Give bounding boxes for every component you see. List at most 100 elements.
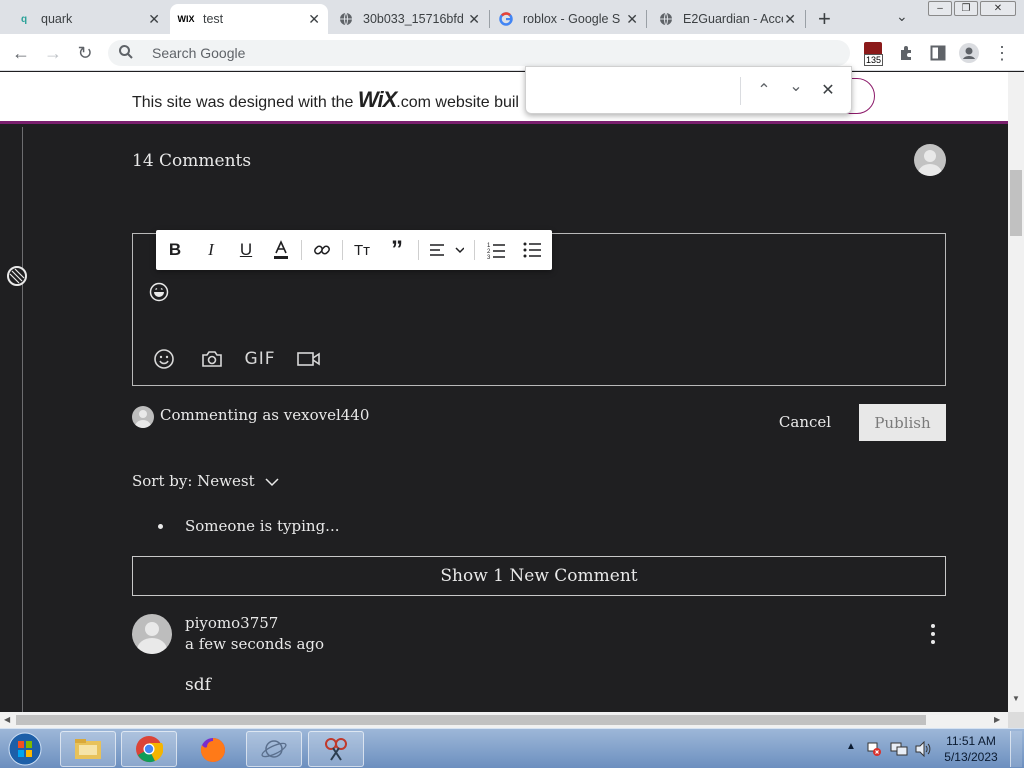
left-divider (22, 127, 23, 712)
find-next-chevron-down-icon[interactable]: ⌄ (784, 75, 808, 99)
avatar[interactable] (914, 144, 946, 176)
q-icon: q (20, 13, 28, 25)
back-button[interactable]: ← (10, 42, 32, 64)
firefox-icon[interactable] (196, 733, 230, 767)
wix-banner-suffix: .com website buil (396, 94, 519, 111)
volume-icon[interactable] (914, 740, 932, 762)
globe-icon (658, 11, 674, 27)
sort-dropdown[interactable]: Sort by: Newest (132, 472, 279, 491)
wix-icon: WIX (177, 14, 195, 24)
snipping-tool-icon[interactable] (308, 731, 364, 767)
sort-label: Sort by: Newest (132, 472, 255, 490)
extensions-puzzle-icon[interactable] (895, 42, 917, 64)
tab-30b033[interactable]: 30b033_15716bfd ✕ (330, 4, 488, 34)
italic-icon[interactable]: I (200, 238, 222, 262)
toolbar-separator (342, 240, 343, 260)
text-color-icon[interactable] (270, 238, 292, 262)
tab-title: E2Guardian - Acce (683, 12, 783, 26)
omnibox[interactable] (108, 40, 850, 66)
horizontal-scrollbar[interactable]: ◀ ▶ (0, 712, 1008, 728)
cancel-button[interactable]: Cancel (772, 404, 838, 440)
avatar-head (145, 622, 159, 636)
app-planet-icon[interactable] (246, 731, 302, 767)
quote-icon[interactable]: ” (385, 236, 409, 263)
file-explorer-icon[interactable] (60, 731, 116, 767)
find-previous-chevron-up-icon[interactable]: ⌃ (752, 79, 776, 103)
publish-button[interactable]: Publish (859, 404, 946, 441)
wix-logo: WiX (357, 87, 397, 112)
network-icon[interactable] (890, 741, 908, 762)
video-icon[interactable] (296, 346, 322, 372)
tab-roblox[interactable]: roblox - Google S ✕ (490, 4, 646, 34)
toolbar-separator (474, 240, 475, 260)
numbered-list-icon[interactable]: 123 (484, 238, 508, 262)
toolbar-separator (301, 240, 302, 260)
avatar-head (139, 410, 147, 418)
bullet-list-icon[interactable] (520, 238, 544, 262)
close-window-button[interactable]: ✕ (980, 1, 1016, 16)
close-icon[interactable]: ✕ (308, 11, 320, 28)
scroll-right-arrow-icon[interactable]: ▶ (994, 715, 1000, 724)
close-icon[interactable]: ✕ (468, 11, 480, 28)
tab-quark[interactable]: q quark ✕ (8, 4, 168, 34)
start-button[interactable] (6, 731, 44, 767)
tab-title: test (203, 12, 224, 26)
new-tab-button[interactable]: + (818, 6, 831, 32)
close-icon[interactable]: ✕ (626, 11, 638, 28)
action-center-flag-icon[interactable] (866, 741, 881, 756)
toolbar-separator (418, 240, 419, 260)
forward-button[interactable]: → (42, 42, 64, 64)
grinning-emoji-icon (149, 282, 169, 307)
tab-search-chevron-icon[interactable]: ⌄ (896, 8, 908, 25)
vertical-scroll-thumb[interactable] (1010, 170, 1022, 236)
gif-button[interactable]: GIF (245, 346, 275, 372)
find-input[interactable] (536, 79, 736, 103)
reload-button[interactable]: ↻ (74, 42, 96, 64)
show-desktop-button[interactable] (1010, 731, 1022, 767)
show-new-comment-button[interactable]: Show 1 New Comment (132, 556, 946, 596)
avatar[interactable] (132, 614, 172, 654)
comment-timestamp: a few seconds ago (185, 635, 325, 653)
horizontal-scroll-thumb[interactable] (16, 715, 926, 725)
tab-title: 30b033_15716bfd (363, 12, 463, 26)
camera-icon[interactable] (199, 346, 225, 372)
page-content: 14 Comments B I U Tт ” 123 GIF Commentin… (0, 127, 1008, 712)
avatar-body (918, 164, 942, 176)
tab-title: quark (41, 12, 73, 26)
formatting-toolbar: B I U Tт ” 123 (156, 230, 552, 270)
close-icon[interactable]: ✕ (148, 11, 160, 28)
profile-avatar-icon[interactable] (958, 42, 980, 64)
restore-button[interactable]: ❐ (954, 1, 978, 16)
show-hidden-icons-icon[interactable]: ▲ (846, 741, 856, 752)
scroll-down-arrow-icon[interactable]: ▼ (1012, 694, 1020, 703)
typing-bullet (158, 524, 163, 529)
tab-test[interactable]: WIX test ✕ (170, 4, 328, 34)
globe-icon (338, 11, 354, 27)
chrome-menu-icon[interactable]: ⋮ (991, 42, 1013, 64)
browser-toolbar: ← → ↻ 135 ⋮ (0, 34, 1024, 71)
scroll-left-arrow-icon[interactable]: ◀ (4, 715, 10, 724)
omnibox-input[interactable] (152, 43, 652, 63)
tab-e2guardian[interactable]: E2Guardian - Acce ✕ (650, 4, 804, 34)
avatar-head (924, 150, 936, 162)
close-icon[interactable]: ✕ (784, 11, 796, 28)
find-close-icon[interactable]: ✕ (816, 79, 840, 103)
bold-icon[interactable]: B (164, 238, 186, 262)
minimize-button[interactable]: ‒ (928, 1, 952, 16)
align-dropdown-icon[interactable] (426, 238, 466, 262)
tab-separator (805, 10, 806, 28)
wix-banner: This site was designed with the WiX.com … (0, 72, 1008, 124)
underline-icon[interactable]: U (235, 238, 257, 262)
side-panel-icon[interactable] (927, 42, 949, 64)
vertical-scrollbar[interactable]: ▼ (1008, 72, 1024, 712)
comment-more-icon[interactable] (926, 624, 940, 644)
emoji-icon[interactable] (152, 346, 176, 372)
extension-badge-icon[interactable]: 135 (864, 42, 884, 66)
comment-author[interactable]: piyomo3757 (185, 614, 278, 632)
heading-size-icon[interactable]: Tт (350, 238, 374, 262)
extension-badge-count: 135 (864, 54, 884, 66)
tab-separator (646, 10, 647, 28)
link-icon[interactable] (310, 238, 334, 262)
taskbar-clock[interactable]: 11:51 AM 5/13/2023 (940, 733, 1002, 765)
chrome-icon[interactable] (121, 731, 177, 767)
